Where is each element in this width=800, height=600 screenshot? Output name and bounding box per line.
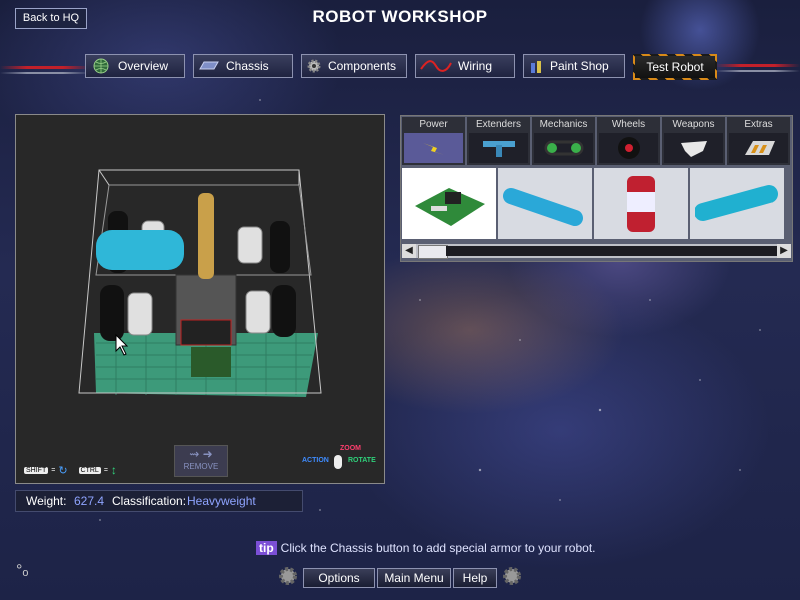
lightning-icon — [404, 133, 463, 163]
circuit-board-icon — [415, 187, 485, 226]
wheel-icon — [599, 133, 658, 163]
scroll-thumb[interactable] — [418, 245, 448, 259]
tab-label: Paint Shop — [550, 59, 609, 73]
tip-bar: tip Click the Chassis button to add speci… — [256, 541, 596, 555]
tab-label: Wiring — [458, 59, 493, 73]
rotate-icon: ↻ — [58, 464, 68, 477]
co2-tank-icon — [695, 184, 778, 221]
options-button[interactable]: Options — [303, 568, 375, 588]
chassis-icon — [198, 57, 220, 75]
wire-decoration-left-2 — [0, 72, 90, 74]
gear-icon — [502, 566, 522, 586]
page-title: ROBOT WORKSHOP — [312, 7, 488, 26]
parts-scrollbar[interactable]: ◀ ▶ — [402, 244, 791, 259]
rotate-label: ROTATE — [348, 457, 376, 464]
category-weapons[interactable]: Weapons — [662, 117, 725, 165]
blue-tank-icon — [503, 187, 583, 226]
equals-text: = — [103, 466, 108, 474]
equals-text: = — [51, 466, 56, 474]
mouse-hints: ZOOM ACTION ROTATE — [302, 445, 380, 475]
category-extras[interactable]: Extras — [727, 117, 790, 165]
mouse-icon — [334, 455, 342, 469]
scroll-left-icon[interactable]: ◀ — [402, 244, 416, 258]
wire-icon — [420, 57, 452, 75]
classification-value: Heavyweight — [187, 494, 256, 508]
category-label: Extenders — [475, 119, 522, 130]
hazard-plate-icon — [729, 133, 788, 163]
wire-decoration-left — [0, 66, 90, 69]
workshop-tabs: Overview Chassis Components Wiring Paint… — [85, 54, 717, 80]
category-label: Mechanics — [539, 119, 588, 130]
category-label: Wheels — [611, 119, 646, 130]
gear-icon — [278, 566, 298, 586]
category-power[interactable]: Power — [402, 117, 465, 165]
part-red-canister[interactable] — [594, 168, 688, 239]
weight-status-bar: Weight: 627.4 Classification: Heavyweigh… — [15, 490, 303, 512]
category-mechanics[interactable]: Mechanics — [532, 117, 595, 165]
weight-label: Weight: — [26, 494, 67, 508]
main-menu-button[interactable]: Main Menu — [377, 568, 451, 588]
category-label: Weapons — [672, 119, 715, 130]
tab-wiring[interactable]: Wiring — [415, 54, 515, 78]
tab-components[interactable]: Components — [301, 54, 407, 78]
category-label: Power — [419, 119, 448, 130]
tip-text: Click the Chassis button to add special … — [280, 541, 596, 555]
logo-icon: °ₒ — [16, 562, 29, 579]
remove-arrow-icon: ⇝ ➜ — [189, 447, 213, 461]
robot-viewport[interactable]: ⇝ ➜ REMOVE SHIFT = ↻ CTRL = ↕ ZOOM ACTIO… — [15, 114, 385, 484]
t-connector-icon — [469, 133, 528, 163]
circuit-board — [191, 347, 231, 377]
key-hints: SHIFT = ↻ CTRL = ↕ — [24, 463, 117, 477]
wire-decoration-right-2 — [715, 70, 800, 72]
tip-badge: tip — [256, 541, 277, 555]
tab-paint-shop[interactable]: Paint Shop — [523, 54, 625, 78]
blue-motor — [96, 230, 184, 270]
action-label: ACTION — [302, 457, 329, 464]
tab-overview[interactable]: Overview — [85, 54, 185, 78]
zoom-label: ZOOM — [340, 445, 361, 452]
category-label: Extras — [744, 119, 773, 130]
scroll-right-icon[interactable]: ▶ — [777, 244, 791, 258]
part-co2-tank[interactable] — [690, 168, 784, 239]
paint-icon — [528, 57, 544, 75]
help-button[interactable]: Help — [453, 568, 497, 588]
gear-icon — [306, 57, 322, 75]
part-circuit-board[interactable] — [402, 168, 496, 239]
tab-chassis[interactable]: Chassis — [193, 54, 293, 78]
red-canister-icon — [627, 175, 655, 232]
part-blue-tank[interactable] — [498, 168, 592, 239]
tab-test-robot[interactable]: Test Robot — [633, 54, 717, 80]
gold-rod — [198, 193, 214, 279]
tab-label: Components — [327, 59, 396, 73]
tab-label: Overview — [118, 59, 169, 73]
wire-decoration-right — [715, 64, 800, 67]
shift-key: SHIFT — [24, 466, 49, 474]
remove-label: REMOVE — [183, 462, 219, 471]
remove-button[interactable]: ⇝ ➜ REMOVE — [174, 445, 228, 477]
category-wheels[interactable]: Wheels — [597, 117, 660, 165]
category-extenders[interactable]: Extenders — [467, 117, 530, 165]
ctrl-key: CTRL — [78, 466, 101, 474]
globe-icon — [90, 57, 112, 75]
tab-label: Test Robot — [646, 60, 704, 74]
scroll-track[interactable] — [446, 246, 777, 256]
tab-label: Chassis — [226, 59, 269, 73]
chain-gear-icon — [534, 133, 593, 163]
blade-icon — [664, 133, 723, 163]
up-down-arrow-icon: ↕ — [110, 463, 117, 477]
weight-value: 627.4 — [74, 494, 105, 508]
classification-label: Classification: — [112, 494, 187, 508]
parts-panel: Power Extenders Mechanics Wheels Weapons… — [400, 115, 793, 262]
robot-model[interactable] — [16, 115, 384, 483]
